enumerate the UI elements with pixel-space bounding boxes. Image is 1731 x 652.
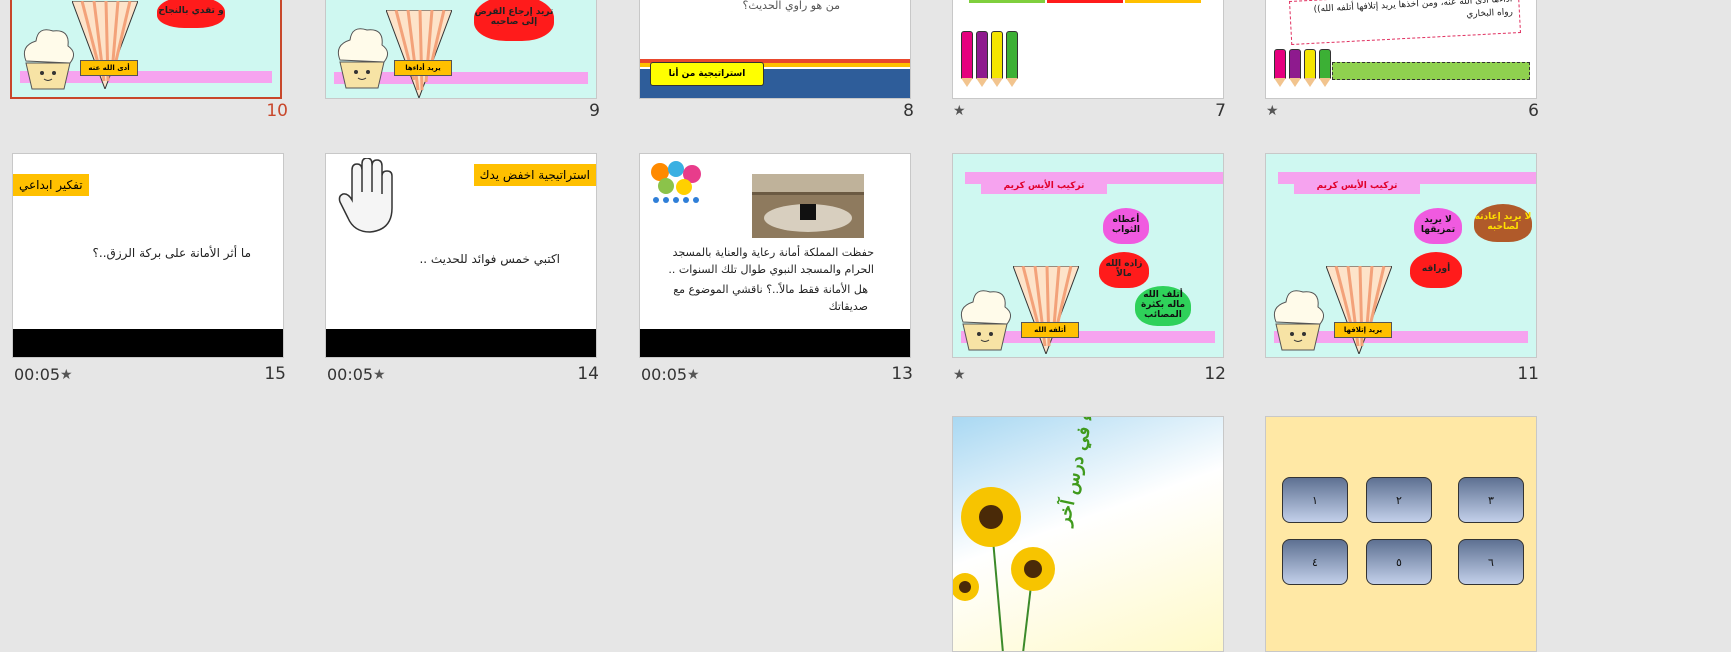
number-button: ٥ [1366,539,1432,585]
strategy-label: استراتيجية اخفض يدك [473,164,596,186]
slide-paragraph-line: حفظت المملكة أمانة رعاية والعناية بالمسج… [672,246,874,259]
kaaba-photo [752,174,864,238]
animation-star-icon: ★ [60,367,73,383]
slide-title: تركيب الأيس كريم [1294,178,1420,194]
green-scoop: أتلف الله ماله بكثرة المصائب [1135,286,1191,326]
slide-thumbnail-6[interactable]: أداءها أدى الله عنه، ومن أخذها يريد إتلا… [1265,0,1537,99]
red-scoop: أوراقه [1410,252,1462,288]
cone-graphic [1326,266,1392,354]
cupcake-character-icon [337,28,388,89]
slide-paragraph-line: الحرام والمسجد النبوي طوال تلك السنوات .… [668,263,874,276]
slide-question: من هو راوي الحديث؟ [742,0,840,12]
red-scoop: و تقدي بالنجاح [157,0,225,28]
slide-thumbnail-17[interactable]: شكرا لكم ولنا لقاء في درس آخر [952,416,1224,652]
slide-number: 10 [266,101,288,121]
animation-star-icon: ★ [953,367,966,383]
animation-star-icon: ★ [953,103,966,119]
red-bar [1047,0,1123,3]
cone-tag: يريد أداءها [394,60,452,76]
cone-tag: يريد إتلافها [1334,322,1392,338]
progress-bar [1332,62,1530,80]
red-scoop: زاده الله مالاً [1099,252,1149,288]
slide-title: تركيب الأيس كريم [981,178,1107,194]
pink-scoop: أعطاه الثواب [1103,208,1149,244]
slide-question: ما أثر الأمانة على بركة الرزق..؟ [92,246,251,260]
speech-bubbles-icon [651,161,701,203]
slide-number: 14 [577,364,599,384]
black-footer-bar [326,329,596,357]
cone-graphic [1013,266,1079,354]
slide-thumbnail-7[interactable] [952,0,1224,99]
cupcake-character-icon [1273,290,1324,351]
slide-thumbnail-11[interactable]: تركيب الأيس كريم يريد إتلافها لا يريد تم… [1265,153,1537,358]
slide-thumbnail-14[interactable]: استراتيجية اخفض يدك اكتبي خمس فوائد للحد… [325,153,597,358]
slide-thumbnail-16[interactable]: ١ ٢ ٣ ٤ ٥ ٦ [1265,416,1537,652]
slide-thumbnail-10[interactable]: أدى الله عنه و تقدي بالنجاح [10,0,282,99]
pink-scoop: لا يريد تمزيقها [1414,208,1462,244]
slide-timing: 00:05 [14,365,61,384]
black-footer-bar [13,329,283,357]
number-button: ٦ [1458,539,1524,585]
hadith-quote-box: أداءها أدى الله عنه، ومن أخذها يريد إتلا… [1289,0,1521,45]
slide-number: 7 [1215,101,1226,121]
cupcake-character-icon [23,29,74,90]
brown-scoop: لا يريد إعادته لصاحبه [1474,204,1532,242]
hand-icon [338,158,393,233]
slide-number: 12 [1204,364,1226,384]
slide-thumbnail-13[interactable]: حفظت المملكة أمانة رعاية والعناية بالمسج… [639,153,911,358]
strategy-label: استراتيجية من أنا [650,62,764,86]
slide-question: اكتبي خمس فوائد للحديث .. [419,252,560,266]
animation-star-icon: ★ [687,367,700,383]
slide-number: 15 [264,364,286,384]
slide-paragraph-line: هل الأمانة فقط مالاً..؟ ناقشي الموضوع مع [673,283,868,296]
cone-graphic [386,10,452,98]
slide-number: 13 [891,364,913,384]
black-footer-bar [640,329,910,357]
number-button: ٣ [1458,477,1524,523]
slide-number: 6 [1528,101,1539,121]
number-button: ٤ [1282,539,1348,585]
slide-number: 11 [1517,364,1539,384]
animation-star-icon: ★ [373,367,386,383]
cone-tag: أدى الله عنه [80,60,138,76]
slide-thumbnail-8[interactable]: من هو راوي الحديث؟ استراتيجية من أنا [639,0,911,99]
pencils-icon [1274,49,1331,87]
red-scoop: تريد إرجاع القرض إلى صاحبه [474,0,554,41]
number-button: ٢ [1366,477,1432,523]
slide-thumbnail-12[interactable]: تركيب الأيس كريم أتلفه الله أعطاه الثواب… [952,153,1224,358]
pencils-icon [961,31,1018,87]
slide-thumbnail-9[interactable]: يريد أداءها تريد إرجاع القرض إلى صاحبه [325,0,597,99]
number-button: ١ [1282,477,1348,523]
strategy-label: تفكير ابداعي [13,174,89,196]
slide-thumbnail-15[interactable]: تفكير ابداعي ما أثر الأمانة على بركة الر… [12,153,284,358]
slide-paragraph-line: صديقاتك [828,300,868,313]
slide-timing: 00:05 [641,365,688,384]
cupcake-character-icon [960,290,1011,351]
yellow-bar [1125,0,1201,3]
slide-number: 8 [903,101,914,121]
cone-tag: أتلفه الله [1021,322,1079,338]
green-bar [969,0,1045,3]
slide-timing: 00:05 [327,365,374,384]
animation-star-icon: ★ [1266,103,1279,119]
slide-number: 9 [589,101,600,121]
